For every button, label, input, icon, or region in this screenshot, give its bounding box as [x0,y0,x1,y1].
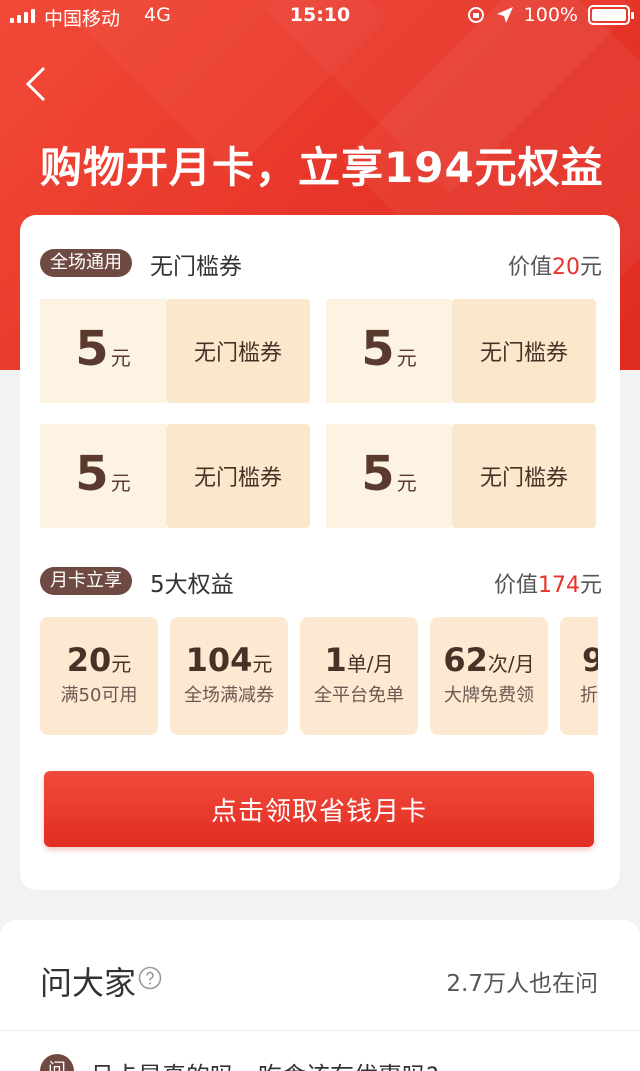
coupon-label: 无门槛券 [452,299,596,403]
status-bar: 中国移动 4G 15:10 100% [0,0,640,32]
status-right: 100% [466,4,634,26]
coupon-label: 无门槛券 [166,424,310,528]
benefit-card[interactable]: 62次/月 大牌免费领 [430,617,548,735]
qa-title: 问大家 [40,964,137,1002]
section-tag: 全场通用 [40,249,132,277]
qa-count[interactable]: 2.7万人也在问 [446,964,598,998]
question-text[interactable]: 月卡是真的吗，吃食该有优惠吗? [90,1056,439,1071]
coupon-label: 无门槛券 [166,299,310,403]
benefit-card[interactable]: 1单/月 全平台免单 [300,617,418,735]
section-title: 无门槛券 [150,254,242,280]
benefit-card[interactable]: 9 折 [560,617,598,735]
orientation-lock-icon [467,7,484,23]
coupon-card[interactable]: 5元 无门槛券 [326,424,596,528]
benefit-card[interactable]: 20元 满50可用 [40,617,158,735]
coupon-label: 无门槛券 [452,424,596,528]
coupon-card[interactable]: 5元 无门槛券 [40,299,310,403]
benefits-carousel[interactable]: 20元 满50可用 104元 全场满减券 1单/月 全平台免单 62次/月 大牌… [40,617,598,735]
coupons-section-header: 全场通用 无门槛券 价值20元 [40,245,602,280]
page-title: 购物开月卡，立享194元权益 [40,143,604,192]
section-value: 价值174元 [493,573,602,598]
coupon-amount: 5元 [40,424,166,528]
chevron-left-icon [25,66,46,102]
coupon-card[interactable]: 5元 无门槛券 [40,424,310,528]
benefits-section-header: 月卡立享 5大权益 价值174元 [40,563,602,598]
coupon-card[interactable]: 5元 无门槛券 [326,299,596,403]
monthly-card-panel: 全场通用 无门槛券 价值20元 5元 无门槛券 5元 无门槛券 5元 无门槛券 … [20,215,620,890]
coupon-amount: 5元 [326,424,452,528]
coupon-amount: 5元 [326,299,452,403]
question-badge: 问 [40,1054,74,1071]
benefit-card[interactable]: 104元 全场满减券 [170,617,288,735]
location-icon [496,7,513,23]
divider [0,1030,640,1031]
claim-monthly-card-button[interactable]: 点击领取省钱月卡 [44,771,594,847]
section-value: 价值20元 [507,255,602,280]
section-tag: 月卡立享 [40,567,132,595]
section-title: 5大权益 [150,572,234,598]
ask-everyone-panel: 问大家 2.7万人也在问 问 月卡是真的吗，吃食该有优惠吗? [0,920,640,1071]
question-circle-icon[interactable] [138,966,162,990]
battery-percent: 100% [523,4,578,26]
coupon-amount: 5元 [40,299,166,403]
battery-icon [588,5,634,25]
back-button[interactable] [20,64,60,104]
